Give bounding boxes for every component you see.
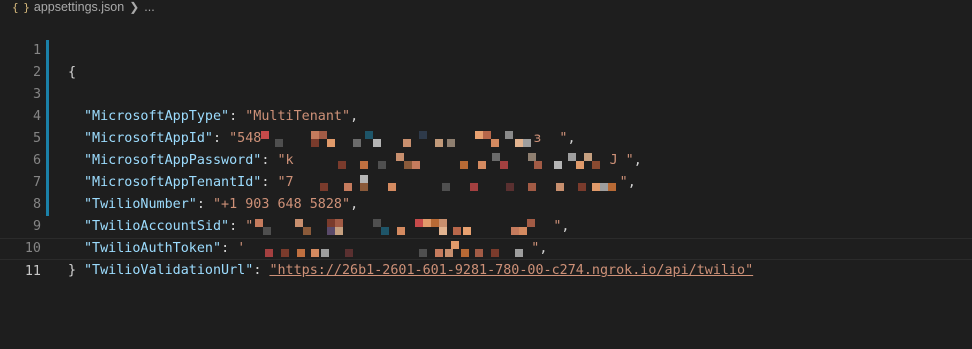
- code-editor[interactable]: { } appsettings.json ❯ ... 1 { 2 "Micros…: [0, 0, 972, 349]
- gutter-modified-indicator[interactable]: [46, 62, 49, 84]
- gutter-modified-indicator[interactable]: [46, 194, 49, 216]
- code-line[interactable]: 8 "TwilioAuthToken": ' ",: [0, 172, 972, 257]
- code-line[interactable]: 4 "MicrosoftAppPassword": "k J ",: [0, 84, 972, 169]
- gutter-modified-indicator[interactable]: [46, 84, 49, 106]
- json-file-icon: { }: [12, 0, 30, 14]
- code-line[interactable]: 3 "MicrosoftAppId": "548 з ",: [0, 62, 972, 147]
- validation-url-link[interactable]: "https://26b1-2601-601-9281-780-00-c274.…: [269, 263, 753, 278]
- gutter-modified-indicator[interactable]: [46, 40, 49, 62]
- gutter-modified-indicator[interactable]: [46, 150, 49, 172]
- breadcrumb-ellipsis[interactable]: ...: [144, 0, 154, 14]
- code-line[interactable]: 5 "MicrosoftAppTenantId": "7 ",: [0, 106, 972, 191]
- gutter-modified-indicator[interactable]: [46, 106, 49, 128]
- line-number: 11: [24, 264, 41, 279]
- breadcrumb-file-name[interactable]: appsettings.json: [34, 0, 124, 14]
- chevron-right-icon: ❯: [129, 0, 140, 14]
- gutter-modified-indicator[interactable]: [46, 172, 49, 194]
- code-line[interactable]: 9 "TwilioValidationUrl": "https://26b1-2…: [0, 194, 972, 278]
- code-line[interactable]: 10 }: [0, 216, 972, 278]
- json-key: "TwilioValidationUrl": [84, 263, 254, 278]
- code-line[interactable]: 1 {: [0, 18, 972, 80]
- code-line[interactable]: 6 "TwilioNumber": "+1 903 648 5828",: [0, 128, 972, 212]
- breadcrumb: { } appsettings.json ❯ ...: [0, 0, 155, 14]
- code-line[interactable]: 7 "TwilioAccountSid": " ",: [0, 150, 972, 235]
- current-code-line[interactable]: 11: [0, 238, 972, 279]
- close-brace: }: [68, 263, 77, 278]
- gutter-modified-indicator[interactable]: [46, 128, 49, 150]
- code-line[interactable]: 2 "MicrosoftAppType": "MultiTenant",: [0, 40, 972, 124]
